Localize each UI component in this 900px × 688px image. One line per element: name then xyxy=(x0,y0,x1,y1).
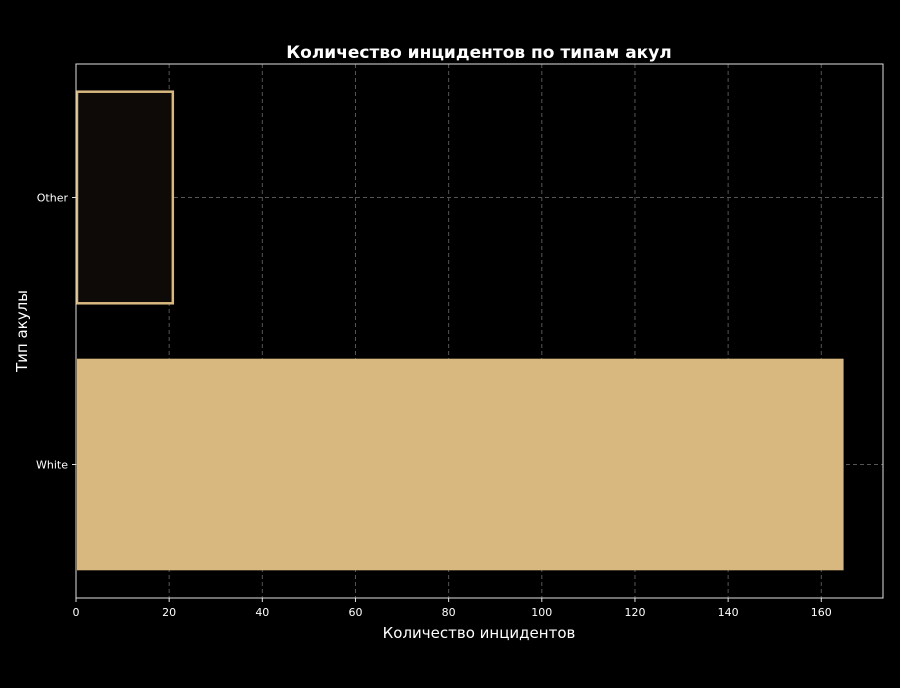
bar-chart: 0 20 40 60 80 100 120 140 160 Other White Количес… xyxy=(13,43,884,642)
y-axis-label: Тип акулы xyxy=(13,290,31,373)
x-tick-label: 140 xyxy=(718,606,739,619)
x-tick-label: 60 xyxy=(348,606,362,619)
x-tick-label: 20 xyxy=(162,606,176,619)
y-tick-label: Other xyxy=(37,192,69,205)
chart-title: Количество инцидентов по типам акул xyxy=(286,43,672,63)
x-axis-ticks: 0 20 40 60 80 100 120 140 160 xyxy=(73,598,832,619)
bar-other xyxy=(75,90,175,305)
y-tick-label: White xyxy=(36,459,68,472)
x-tick-label: 100 xyxy=(531,606,552,619)
x-tick-label: 120 xyxy=(624,606,645,619)
y-axis-ticks: Other White xyxy=(36,192,76,472)
x-tick-label: 160 xyxy=(811,606,832,619)
bar-white xyxy=(77,358,844,571)
x-tick-label: 0 xyxy=(73,606,80,619)
x-axis-label: Количество инцидентов xyxy=(383,624,576,642)
x-tick-label: 40 xyxy=(255,606,269,619)
x-tick-label: 80 xyxy=(442,606,456,619)
